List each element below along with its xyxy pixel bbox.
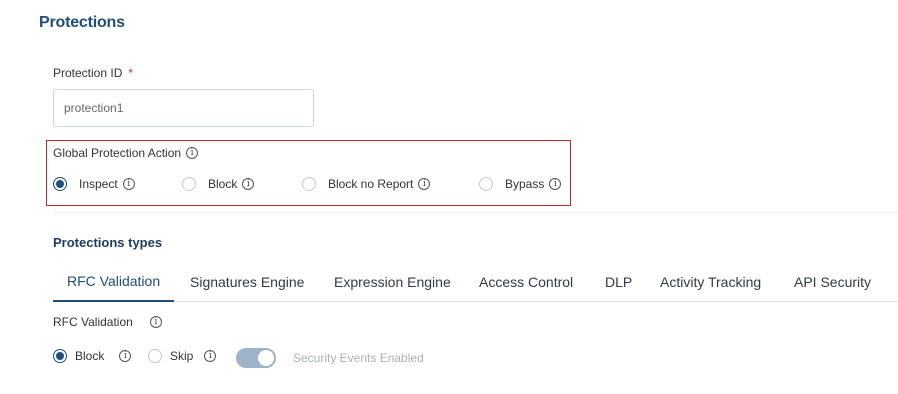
tab-api-security[interactable]: API Security	[794, 262, 871, 302]
radio-block[interactable]	[182, 177, 196, 191]
protection-id-input[interactable]	[53, 89, 314, 127]
global-action-option-block-no-report[interactable]: Block no Report i	[302, 177, 431, 191]
info-icon[interactable]: i	[549, 178, 562, 190]
info-icon[interactable]: i	[186, 147, 199, 159]
radio-label: Inspect	[79, 177, 118, 191]
radio-rfc-skip[interactable]	[148, 349, 162, 363]
global-protection-action-label-text: Global Protection Action	[53, 146, 182, 160]
info-icon[interactable]: i	[242, 178, 255, 190]
info-icon[interactable]: i	[122, 178, 135, 190]
security-events-toggle-label: Security Events Enabled	[293, 351, 424, 365]
protection-types-tabs: RFC Validation Signatures Engine Express…	[53, 262, 898, 302]
global-protection-action-label: Global Protection Action i	[53, 146, 199, 160]
protection-id-label-text: Protection ID	[53, 66, 123, 80]
radio-label: Block	[75, 349, 105, 363]
info-icon[interactable]: i	[418, 178, 431, 190]
tab-signatures-engine[interactable]: Signatures Engine	[190, 262, 304, 302]
tab-rfc-validation[interactable]: RFC Validation	[53, 262, 175, 302]
required-mark: *	[128, 66, 134, 80]
tab-dlp[interactable]: DLP	[605, 262, 632, 302]
tab-activity-tracking[interactable]: Activity Tracking	[660, 262, 761, 302]
divider	[53, 212, 898, 213]
tab-expression-engine[interactable]: Expression Engine	[334, 262, 451, 302]
radio-block-no-report[interactable]	[302, 177, 316, 191]
rfc-option-skip[interactable]: Skip i	[148, 349, 217, 363]
tab-access-control[interactable]: Access Control	[479, 262, 573, 302]
info-icon[interactable]: i	[204, 350, 217, 362]
rfc-validation-label-text: RFC Validation	[53, 315, 133, 329]
security-events-toggle[interactable]	[236, 348, 276, 368]
radio-label: Bypass	[505, 177, 545, 191]
radio-label: Block no Report	[328, 177, 414, 191]
radio-inspect[interactable]	[53, 177, 67, 191]
radio-bypass[interactable]	[479, 177, 493, 191]
info-icon[interactable]: i	[149, 316, 162, 328]
page-title: Protections	[39, 14, 125, 31]
info-icon[interactable]: i	[119, 350, 132, 362]
protection-id-label: Protection ID *	[53, 66, 133, 80]
global-action-option-block[interactable]: Block i	[182, 177, 255, 191]
radio-label: Skip	[170, 349, 194, 363]
rfc-validation-label: RFC Validation i	[53, 315, 162, 329]
radio-rfc-block[interactable]	[53, 349, 67, 363]
global-action-option-bypass[interactable]: Bypass i	[479, 177, 562, 191]
protections-types-title: Protections types	[53, 235, 163, 250]
radio-label: Block	[208, 177, 238, 191]
global-action-option-inspect[interactable]: Inspect i	[53, 177, 135, 191]
rfc-option-block[interactable]: Block i	[53, 349, 132, 363]
